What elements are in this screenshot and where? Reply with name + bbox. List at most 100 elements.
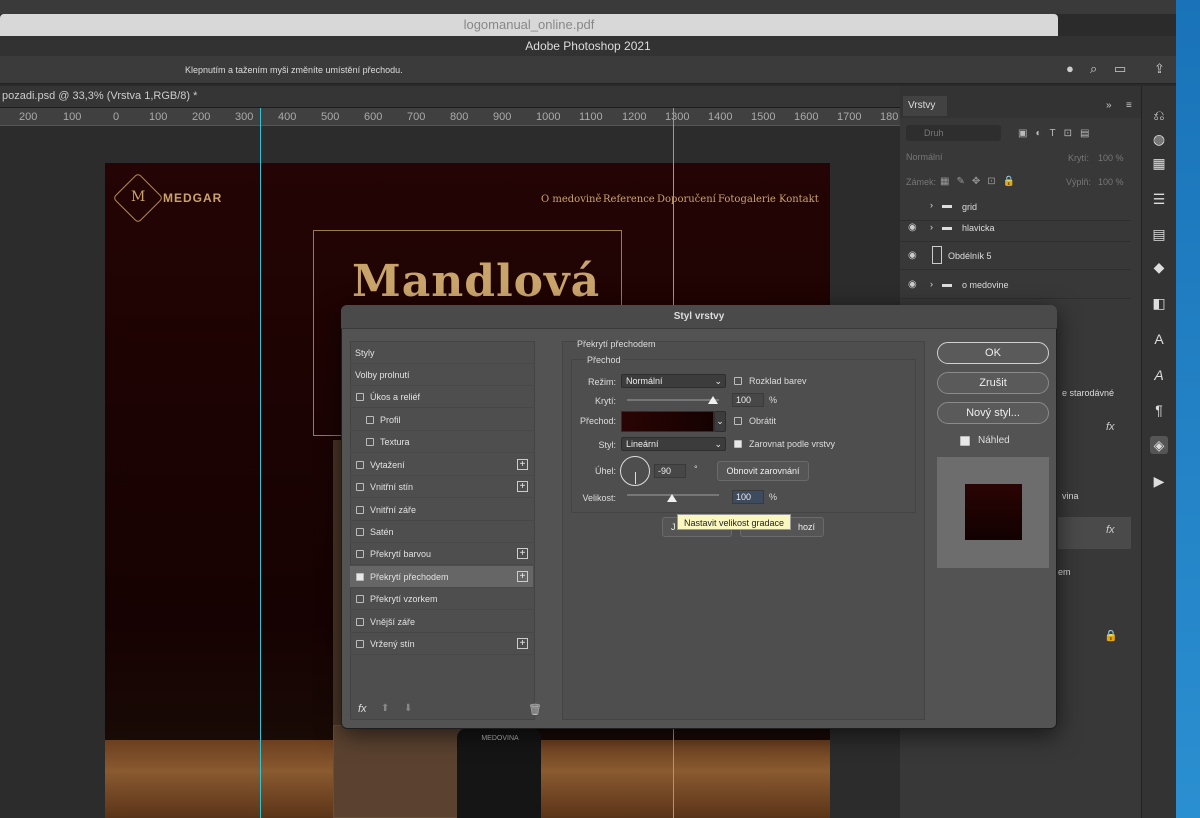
add-icon[interactable]: + xyxy=(517,638,528,649)
checkbox[interactable] xyxy=(356,483,364,491)
reverse-checkbox[interactable] xyxy=(734,417,742,425)
paragraph-icon[interactable]: ¶ xyxy=(1150,401,1168,419)
panel-menu-icon[interactable]: ≡ xyxy=(1126,100,1132,111)
layer-row[interactable]: ◉ › ▬ hlavicka xyxy=(900,215,1131,242)
selected-layer-row[interactable] xyxy=(1058,517,1131,549)
layer-row[interactable]: ◉ › ▬ o medovine xyxy=(900,272,1131,299)
opacity-slider-knob[interactable] xyxy=(708,396,718,404)
checkbox[interactable] xyxy=(356,550,364,558)
eye-icon[interactable]: ◉ xyxy=(908,222,917,233)
collapse-icon[interactable]: » xyxy=(1106,100,1112,111)
scale-input[interactable]: 100 xyxy=(732,490,764,504)
dither-checkbox[interactable] xyxy=(734,377,742,385)
move-up-icon[interactable]: ⬆ xyxy=(381,703,389,714)
angle-dial-needle xyxy=(635,472,636,484)
properties-icon[interactable]: ▤ xyxy=(1150,225,1168,243)
new-style-button[interactable]: Nový styl... xyxy=(937,402,1049,424)
angle-input[interactable]: -90 xyxy=(654,464,686,478)
ruler-tick: 600 xyxy=(364,111,383,123)
preview-checkbox[interactable] xyxy=(960,436,970,446)
section-title: Překrytí přechodem xyxy=(577,339,656,349)
style-item-stroke[interactable]: Vytažení + xyxy=(350,454,533,476)
fx-menu-icon[interactable]: fx xyxy=(358,703,367,715)
character-icon[interactable]: A xyxy=(1150,330,1168,348)
style-item-drop-shadow[interactable]: Vržený stín + xyxy=(350,633,533,655)
adjustments-icon[interactable]: ☰ xyxy=(1150,190,1168,208)
guide-line[interactable] xyxy=(260,108,261,818)
checkbox-checked[interactable] xyxy=(356,573,364,581)
add-icon[interactable]: + xyxy=(517,481,528,492)
checkbox[interactable] xyxy=(356,618,364,626)
layers-icon[interactable]: ◈ xyxy=(1150,436,1168,454)
libraries-icon[interactable]: ◆ xyxy=(1150,258,1168,276)
cancel-button[interactable]: Zrušit xyxy=(937,372,1049,394)
dialog-title[interactable]: Styl vrstvy xyxy=(341,305,1057,329)
fx-icon[interactable]: fx xyxy=(1106,421,1115,433)
layer-filter-icons[interactable]: ▣◐T⊡▤ xyxy=(1018,128,1097,139)
fx-icon[interactable]: fx xyxy=(1106,524,1115,536)
angle-dial[interactable] xyxy=(620,456,650,486)
chevron-right-icon[interactable]: › xyxy=(930,279,933,289)
trash-icon[interactable]: 🗑 xyxy=(528,703,542,716)
lock-icons[interactable]: ▦✎✥⊡🔒 xyxy=(940,176,1022,187)
opacity-input[interactable]: 100 xyxy=(732,393,764,407)
style-item-inner-glow[interactable]: Vnitřní záře xyxy=(350,499,533,521)
chevron-right-icon[interactable]: › xyxy=(930,200,933,210)
gradient-style-select[interactable]: Lineární ⌄ xyxy=(621,437,726,451)
color-palette-icon[interactable]: ◍ xyxy=(1150,130,1168,148)
text-style-icon[interactable]: A xyxy=(1150,366,1168,384)
document-tab[interactable]: pozadi.psd @ 33,3% (Vrstva 1,RGB/8) * xyxy=(0,86,900,108)
play-icon[interactable]: ▶ xyxy=(1150,472,1168,490)
user-icon[interactable]: ● xyxy=(1066,62,1080,76)
checkbox[interactable] xyxy=(356,461,364,469)
checkbox[interactable] xyxy=(356,595,364,603)
ruler-tick: 1000 xyxy=(536,111,561,123)
style-item-gradient-overlay[interactable]: Překrytí přechodem + xyxy=(350,566,533,588)
opacity-slider[interactable] xyxy=(627,399,719,401)
style-item-label: Satén xyxy=(370,527,394,537)
glyphs-icon[interactable]: ◧ xyxy=(1150,294,1168,312)
checkbox[interactable] xyxy=(356,393,364,401)
ok-button[interactable]: OK xyxy=(937,342,1049,364)
search-icon[interactable]: ⌕ xyxy=(1090,62,1104,76)
style-item-texture[interactable]: Textura xyxy=(350,431,533,453)
workspace-icon[interactable]: ▭ xyxy=(1114,62,1128,76)
checkbox[interactable] xyxy=(366,416,374,424)
add-icon[interactable]: + xyxy=(517,548,528,559)
scale-slider-knob[interactable] xyxy=(666,494,677,502)
align-with-layer-checkbox[interactable] xyxy=(734,440,742,448)
layer-filter-placeholder: Druh xyxy=(924,128,944,138)
fill-value[interactable]: 100 % xyxy=(1098,177,1124,187)
move-down-icon[interactable]: ⬇ xyxy=(404,703,412,714)
layers-tab[interactable]: Vrstvy xyxy=(903,96,947,116)
add-icon[interactable]: + xyxy=(517,459,528,470)
style-item-bevel[interactable]: Úkos a reliéf xyxy=(350,386,533,408)
checkbox[interactable] xyxy=(356,506,364,514)
history-icon[interactable]: ⎌ xyxy=(1150,106,1168,124)
gradient-picker-chevron-icon[interactable]: ⌄ xyxy=(714,411,726,432)
gradient-swatch[interactable] xyxy=(621,411,714,432)
style-item-blending-options[interactable]: Volby prolnutí xyxy=(350,364,533,386)
style-item-inner-shadow[interactable]: Vnitřní stín + xyxy=(350,476,533,498)
style-item-outer-glow[interactable]: Vnější záře xyxy=(350,611,533,633)
add-icon[interactable]: + xyxy=(517,571,528,582)
checkbox[interactable] xyxy=(366,438,374,446)
blend-mode-select[interactable]: Normální ⌄ xyxy=(621,374,726,388)
layer-opacity-value[interactable]: 100 % xyxy=(1098,153,1124,163)
style-item-contour[interactable]: Profil xyxy=(350,409,533,431)
checkbox[interactable] xyxy=(356,528,364,536)
style-item-satin[interactable]: Satén xyxy=(350,521,533,543)
layer-name: hlavicka xyxy=(962,223,995,233)
layer-row[interactable]: ◉ Obdélník 5 xyxy=(900,243,1131,270)
style-item-color-overlay[interactable]: Překrytí barvou + xyxy=(350,543,533,565)
style-item-pattern-overlay[interactable]: Překrytí vzorkem xyxy=(350,588,533,610)
reset-alignment-button[interactable]: Obnovit zarovnání xyxy=(717,461,809,481)
eye-icon[interactable]: ◉ xyxy=(908,250,917,261)
eye-icon[interactable]: ◉ xyxy=(908,279,917,290)
swatches-icon[interactable]: ▦ xyxy=(1150,154,1168,172)
chevron-right-icon[interactable]: › xyxy=(930,222,933,232)
share-icon[interactable]: ⇪ xyxy=(1154,62,1168,76)
checkbox[interactable] xyxy=(356,640,364,648)
style-item-styles[interactable]: Styly xyxy=(350,342,533,364)
layer-filter-input[interactable]: Druh xyxy=(906,125,1001,141)
